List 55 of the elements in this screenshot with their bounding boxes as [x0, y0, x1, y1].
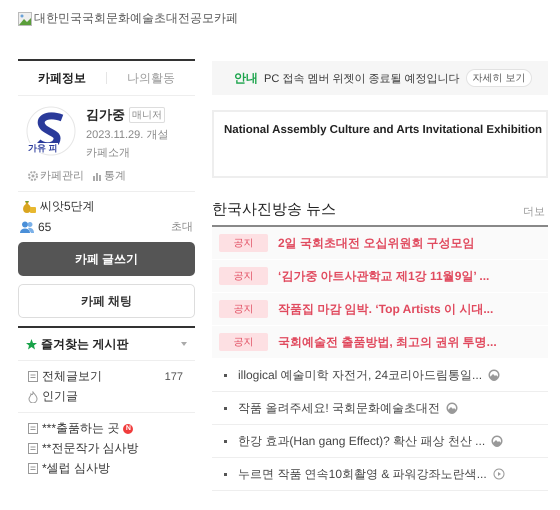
image-icon — [488, 369, 500, 381]
page-title: 대한민국국회문화예술초대전공모카페 — [34, 10, 238, 27]
board-link[interactable]: ***출품하는 곳 — [42, 420, 120, 437]
notice-tag: 공지 — [219, 267, 268, 285]
star-icon — [26, 338, 37, 350]
post-link[interactable]: 한강 효과(Han gang Effect)? 확산 패상 천산 ... — [238, 432, 486, 450]
notice-post-link[interactable]: 국회예술전 출품방법, 최고의 권위 투명... — [278, 334, 497, 350]
broken-image-icon — [18, 12, 32, 26]
image-icon — [491, 435, 504, 447]
role-tag: 매니저 — [129, 107, 165, 123]
member-level: 씨앗5단계 — [40, 198, 95, 215]
favorites-title: 즐겨찾는 게시판 — [41, 336, 128, 352]
bar-chart-icon — [92, 170, 102, 180]
cafe-intro-link[interactable]: 카페소개 — [86, 145, 168, 160]
member-count: 65 — [38, 220, 52, 234]
notice-tag: 공지 — [219, 300, 268, 318]
members-icon — [20, 220, 34, 232]
board-link[interactable]: 인기글 — [42, 388, 78, 405]
flame-icon — [28, 390, 38, 402]
document-icon — [28, 423, 38, 434]
document-icon — [28, 371, 38, 382]
notice-label: 안내 — [234, 70, 258, 86]
document-icon — [28, 463, 38, 474]
post-link[interactable]: 누르면 작품 연속10회촬영 & 파워강좌노란색... — [238, 466, 487, 482]
manager-name: 김가중 — [86, 106, 125, 124]
post-count: 177 — [164, 370, 184, 382]
caret-icon — [181, 342, 187, 346]
board-link[interactable]: 전체글보기 — [42, 368, 102, 385]
post-link[interactable]: illogical 예술미학 자전거, 24코리아드림통일... — [238, 366, 482, 384]
image-icon — [446, 402, 458, 414]
gear-icon — [28, 170, 38, 180]
logo-text: 가유 피 — [28, 143, 58, 153]
write-post-button[interactable]: 카페 글쓰기 — [18, 242, 195, 276]
board-link[interactable]: *셀럽 심사방 — [42, 460, 110, 477]
document-icon — [28, 443, 38, 454]
notice-tag: 공지 — [219, 333, 268, 351]
money-bag-icon — [20, 200, 36, 214]
post-link[interactable]: 작품 올려주세요! 국회문화예술초대전 — [238, 400, 440, 416]
notice-text: PC 접속 멤버 위젯이 종료될 예정입니다 — [264, 72, 460, 86]
admin-link[interactable]: 카페관리 — [28, 168, 84, 183]
section-title: 한국사진방송 뉴스 — [212, 200, 336, 219]
notice-post-link[interactable]: 2일 국회초대전 오십위원회 구성모임 — [278, 234, 475, 252]
created-date: 2023.11.29. 개설 — [86, 128, 168, 142]
notice-post-link[interactable]: 작품집 마감 임박. ‘Top Artists 이 시대... — [278, 300, 494, 318]
notice-tag: 공지 — [219, 234, 268, 252]
admin-link[interactable]: 통계 — [92, 168, 126, 183]
sidebar-tab[interactable]: 카페정보 — [18, 70, 106, 86]
notice-post-link[interactable]: ‘김가중 아트사관학교 제1강 11월9일’ ... — [278, 268, 490, 284]
cafe-banner: National Assembly Culture and Arts Invitational Exhibition — [212, 110, 548, 178]
play-icon — [492, 468, 505, 480]
board-link[interactable]: **전문작가 심사방 — [42, 440, 139, 457]
chat-button[interactable]: 카페 채팅 — [18, 284, 195, 318]
invite-link[interactable]: 초대 — [171, 219, 193, 234]
cafe-logo — [26, 106, 76, 156]
details-button[interactable]: 자세히 보기 — [466, 69, 532, 87]
